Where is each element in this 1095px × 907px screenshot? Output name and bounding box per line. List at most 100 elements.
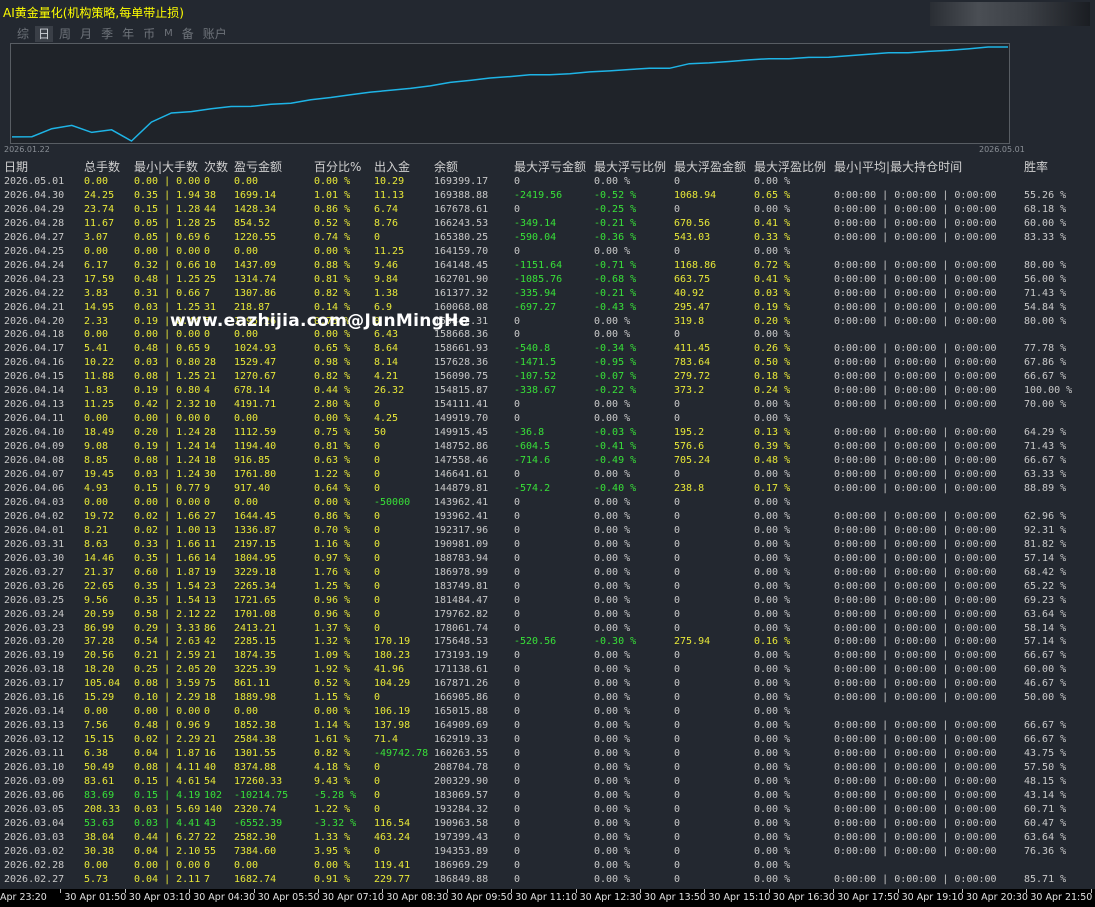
cell-c4: 7384.60 bbox=[234, 845, 277, 857]
table-row[interactable]: 2026.04.30 24.25 0.35 | 1.94 38 1699.14 1.01 … bbox=[0, 189, 1095, 203]
table-row[interactable]: 2026.04.01 8.21 0.02 | 1.00 13 1336.87 0.70 %… bbox=[0, 524, 1095, 538]
table-row[interactable]: 2026.03.03 38.04 0.44 | 6.27 22 2582.30 1.33 … bbox=[0, 831, 1095, 845]
column-header-7[interactable]: 余额 bbox=[434, 159, 458, 175]
cell-c5: 0.00 % bbox=[314, 859, 351, 871]
table-row[interactable]: 2026.04.16 10.22 0.03 | 0.80 28 1529.47 0.98 … bbox=[0, 356, 1095, 370]
table-row[interactable]: 2026.03.06 83.69 0.15 | 4.19 102 -10214.75 -5… bbox=[0, 789, 1095, 803]
table-row[interactable]: 2026.04.11 0.00 0.00 | 0.00 0 0.00 0.00 % 4.25… bbox=[0, 412, 1095, 426]
column-header-2[interactable]: 最小|大手数 bbox=[134, 159, 198, 175]
cell-c0: 2026.04.11 bbox=[4, 413, 65, 425]
column-header-11[interactable]: 最大浮盈比例 bbox=[754, 159, 826, 175]
chart-x-end-label: 2026.05.01 bbox=[979, 145, 1025, 154]
top-right-band bbox=[930, 2, 1090, 26]
table-row[interactable]: 2026.04.27 3.07 0.05 | 0.69 6 1220.55 0.74 % 0… bbox=[0, 231, 1095, 245]
column-header-6[interactable]: 出入金 bbox=[374, 159, 410, 175]
table-row[interactable]: 2026.03.17 105.04 0.08 | 3.59 75 861.11 0.52 … bbox=[0, 677, 1095, 691]
cell-c11: 0.00 % bbox=[754, 845, 791, 857]
cell-c0: 2026.03.27 bbox=[4, 566, 65, 578]
column-header-1[interactable]: 总手数 bbox=[84, 159, 120, 175]
table-row[interactable]: 2026.04.22 3.83 0.31 | 0.66 7 1307.86 0.82 % 1… bbox=[0, 287, 1095, 301]
tab-2[interactable]: 周 bbox=[56, 26, 74, 42]
column-header-9[interactable]: 最大浮亏比例 bbox=[594, 159, 666, 175]
table-row[interactable]: 2026.04.20 2.33 0.19 | 0.44 5 1195.26 0.75 % 0… bbox=[0, 315, 1095, 329]
column-header-0[interactable]: 日期 bbox=[4, 159, 28, 175]
column-header-5[interactable]: 百分比% bbox=[314, 159, 361, 175]
table-row[interactable]: 2026.03.26 22.65 0.35 | 1.54 23 2265.34 1.25 … bbox=[0, 580, 1095, 594]
column-header-3[interactable]: 次数 bbox=[204, 159, 228, 175]
cell-c10: 0 bbox=[674, 845, 681, 857]
table-row[interactable]: 2026.04.17 5.41 0.48 | 0.65 9 1024.93 0.65 % 8… bbox=[0, 342, 1095, 356]
table-row[interactable]: 2026.04.08 8.85 0.08 | 1.24 18 916.85 0.63 % 0… bbox=[0, 454, 1095, 468]
table-row[interactable]: 2026.03.19 20.56 0.21 | 2.59 21 1874.35 1.09 … bbox=[0, 649, 1095, 663]
tab-3[interactable]: 月 bbox=[77, 26, 95, 42]
table-row[interactable]: 2026.03.31 8.63 0.33 | 1.66 11 2197.15 1.16 %… bbox=[0, 538, 1095, 552]
tab-0[interactable]: 综 bbox=[14, 26, 32, 42]
table-row[interactable]: 2026.04.18 0.00 0.00 | 0.00 0 0.00 0.00 % 6.43… bbox=[0, 328, 1095, 342]
cell-c1: 18.20 bbox=[84, 664, 115, 676]
cell-c7: 162701.90 bbox=[434, 273, 489, 285]
table-row[interactable]: 2026.04.03 0.00 0.00 | 0.00 0 0.00 0.00 % -500… bbox=[0, 496, 1095, 510]
table-row[interactable]: 2026.03.30 14.46 0.35 | 1.66 14 1804.95 0.97 … bbox=[0, 552, 1095, 566]
cell-c13: 88.89 % bbox=[1024, 482, 1067, 494]
cell-c10: 0 bbox=[674, 496, 681, 508]
table-row[interactable]: 2026.04.15 11.88 0.08 | 1.25 21 1270.67 0.82 … bbox=[0, 370, 1095, 384]
table-row[interactable]: 2026.04.10 18.49 0.20 | 1.24 28 1112.59 0.75 … bbox=[0, 426, 1095, 440]
cell-c6: 0 bbox=[374, 399, 381, 411]
table-row[interactable]: 2026.04.06 4.93 0.15 | 0.77 9 917.40 0.64 % 0 1… bbox=[0, 482, 1095, 496]
cell-c10: 0 bbox=[674, 775, 681, 787]
table-row[interactable]: 2026.03.27 21.37 0.60 | 1.87 19 3229.18 1.76 … bbox=[0, 566, 1095, 580]
table-row[interactable]: 2026.04.09 9.08 0.19 | 1.24 14 1194.40 0.81 %… bbox=[0, 440, 1095, 454]
table-row[interactable]: 2026.04.29 23.74 0.15 | 1.28 44 1428.34 0.86 … bbox=[0, 203, 1095, 217]
table-row[interactable]: 2026.04.07 19.45 0.03 | 1.24 30 1761.80 1.22 … bbox=[0, 468, 1095, 482]
cell-c3: 25 bbox=[204, 273, 217, 285]
cell-c7: 161377.32 bbox=[434, 287, 489, 299]
table-row[interactable]: 2026.03.25 9.56 0.35 | 1.54 13 1721.65 0.96 %… bbox=[0, 594, 1095, 608]
table-row[interactable]: 2026.03.04 53.63 0.03 | 4.41 43 -6552.39 -3.3… bbox=[0, 817, 1095, 831]
table-row[interactable]: 2026.03.10 50.49 0.08 | 4.11 40 8374.88 4.18 … bbox=[0, 761, 1095, 775]
table-row[interactable]: 2026.03.11 6.38 0.04 | 1.87 16 1301.55 0.82 %… bbox=[0, 747, 1095, 761]
table-row[interactable]: 2026.03.14 0.00 0.00 | 0.00 0 0.00 0.00 % 106.… bbox=[0, 705, 1095, 719]
table-row[interactable]: 2026.02.28 0.00 0.00 | 0.00 0 0.00 0.00 % 119.… bbox=[0, 859, 1095, 873]
table-row[interactable]: 2026.03.09 83.61 0.15 | 4.61 54 17260.33 9.43… bbox=[0, 775, 1095, 789]
cell-c6: 26.32 bbox=[374, 385, 405, 397]
table-row[interactable]: 2026.03.12 15.15 0.02 | 2.29 21 2584.38 1.61 … bbox=[0, 733, 1095, 747]
cell-c0: 2026.03.12 bbox=[4, 734, 65, 746]
table-row[interactable]: 2026.03.13 7.56 0.48 | 0.96 9 1852.38 1.14 % 1… bbox=[0, 719, 1095, 733]
cell-c0: 2026.04.07 bbox=[4, 469, 65, 481]
table-row[interactable]: 2026.04.23 17.59 0.48 | 1.25 25 1314.74 0.81 … bbox=[0, 273, 1095, 287]
table-row[interactable]: 2026.04.24 6.17 0.32 | 0.66 10 1437.09 0.88 %… bbox=[0, 259, 1095, 273]
table-row[interactable]: 2026.03.24 20.59 0.58 | 2.12 22 1701.08 0.96 … bbox=[0, 608, 1095, 622]
column-header-13[interactable]: 胜率 bbox=[1024, 159, 1048, 175]
tab-4[interactable]: 季 bbox=[98, 26, 116, 42]
tab-7[interactable]: M bbox=[161, 26, 176, 42]
table-row[interactable]: 2026.03.05 208.33 0.03 | 5.69 140 2320.74 1.2… bbox=[0, 803, 1095, 817]
table-row[interactable]: 2026.03.23 86.99 0.29 | 3.33 86 2413.21 1.37 … bbox=[0, 622, 1095, 636]
table-row[interactable]: 2026.04.28 11.67 0.05 | 1.28 25 854.52 0.52 %… bbox=[0, 217, 1095, 231]
table-row[interactable]: 2026.04.21 14.95 0.03 | 1.25 31 218.87 0.14 %… bbox=[0, 301, 1095, 315]
table-row[interactable]: 2026.05.01 0.00 0.00 | 0.00 0 0.00 0.00 % 10.2… bbox=[0, 175, 1095, 189]
table-row[interactable]: 2026.03.20 37.28 0.54 | 2.63 42 2285.15 1.32 … bbox=[0, 635, 1095, 649]
cell-c9: 0.00 % bbox=[594, 538, 631, 550]
tab-5[interactable]: 年 bbox=[119, 26, 137, 42]
cell-c5: -5.28 % bbox=[314, 789, 357, 801]
cell-c5: 0.00 % bbox=[314, 413, 351, 425]
table-row[interactable]: 2026.04.25 0.00 0.00 | 0.00 0 0.00 0.00 % 11.2… bbox=[0, 245, 1095, 259]
column-header-8[interactable]: 最大浮亏金额 bbox=[514, 159, 586, 175]
cell-c7: 158661.93 bbox=[434, 343, 489, 355]
table-row[interactable]: 2026.04.02 19.72 0.02 | 1.66 27 1644.45 0.86 … bbox=[0, 510, 1095, 524]
tab-8[interactable]: 备 bbox=[179, 26, 197, 42]
table-row[interactable]: 2026.04.13 11.25 0.42 | 2.32 10 4191.71 2.80 … bbox=[0, 398, 1095, 412]
tab-9[interactable]: 账户 bbox=[200, 26, 230, 42]
table-row[interactable]: 2026.03.02 30.38 0.04 | 2.10 55 7384.60 3.95 … bbox=[0, 845, 1095, 859]
table-row[interactable]: 2026.04.14 1.83 0.19 | 0.80 4 678.14 0.44 % 26… bbox=[0, 384, 1095, 398]
cell-c2: 0.15 | 0.77 bbox=[134, 482, 201, 494]
time-axis-label: 30 Apr 12:30 bbox=[579, 892, 642, 903]
table-row[interactable]: 2026.03.18 18.20 0.25 | 2.05 20 3225.39 1.92 … bbox=[0, 663, 1095, 677]
column-header-10[interactable]: 最大浮盈金额 bbox=[674, 159, 746, 175]
table-row[interactable]: 2026.02.27 5.73 0.04 | 2.11 7 1682.74 0.91 % 2… bbox=[0, 873, 1095, 887]
tab-6[interactable]: 币 bbox=[140, 26, 158, 42]
tab-1[interactable]: 日 bbox=[35, 26, 54, 42]
column-header-4[interactable]: 盈亏金额 bbox=[234, 159, 282, 175]
table-row[interactable]: 2026.03.16 15.29 0.10 | 2.29 18 1889.98 1.15 … bbox=[0, 691, 1095, 705]
column-header-12[interactable]: 最小|平均|最大持仓时间 bbox=[834, 159, 962, 175]
